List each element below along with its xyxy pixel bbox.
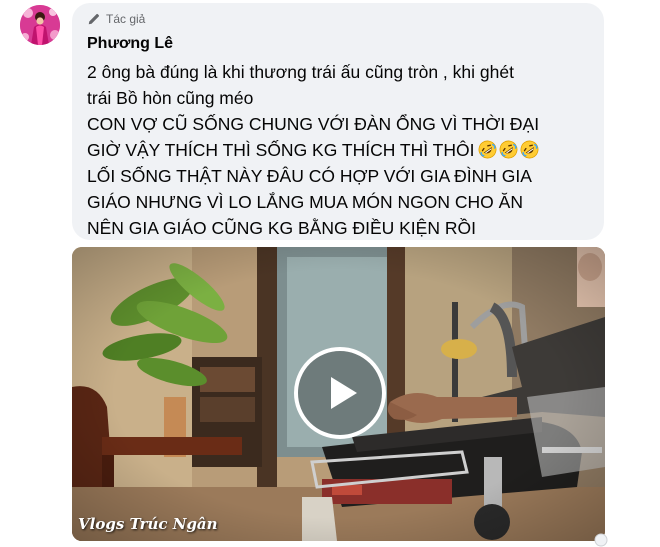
comment-thread: Tác giả Phương Lê 2 ông bà đúng là khi t… [0, 0, 660, 547]
rolling-on-floor-laughing-emoji-icon [521, 140, 539, 159]
play-icon [331, 377, 357, 409]
author-name[interactable]: Phương Lê [87, 35, 173, 53]
comment-line: 2 ông bà đúng là khi thương trái ấu cũng… [87, 62, 514, 82]
corner-badge-icon [594, 533, 608, 547]
avatar-image [20, 5, 60, 45]
author-badge: Tác giả [87, 12, 145, 26]
video-watermark: Vlogs Trúc Ngân [78, 515, 218, 533]
comment-line-with-emoji: GIỜ VẬY THÍCH THÌ SỐNG KG THÍCH THÌ THÔI [87, 137, 597, 163]
comment-line: NÊN GIA GIÁO CŨNG KG BẰNG ĐIỀU KIỆN RỒI [87, 218, 476, 238]
comment-line: trái Bồ hòn cũng méo [87, 88, 254, 108]
rolling-on-floor-laughing-emoji-icon [500, 140, 518, 159]
play-button[interactable] [294, 347, 386, 439]
video-thumbnail[interactable]: Vlogs Trúc Ngân [72, 247, 605, 541]
comment-bubble: Tác giả Phương Lê 2 ông bà đúng là khi t… [72, 3, 604, 240]
comment-line: GIÁO NHƯNG VÌ LO LẮNG MUA MÓN NGON CHO Ă… [87, 192, 523, 212]
emoji-row [478, 140, 539, 159]
comment-text: 2 ông bà đúng là khi thương trái ấu cũng… [87, 59, 597, 241]
rolling-on-floor-laughing-emoji-icon [479, 140, 497, 159]
comment-line: CON VỢ CŨ SỐNG CHUNG VỚI ĐÀN ỔNG VÌ THỜI… [87, 114, 540, 134]
avatar[interactable] [20, 5, 60, 45]
comment-line: GIỜ VẬY THÍCH THÌ SỐNG KG THÍCH THÌ THÔI [87, 140, 475, 160]
pencil-icon [87, 12, 101, 26]
comment-line: LỐI SỐNG THẬT NÀY ĐÂU CÓ HỢP VỚI GIA ĐÌN… [87, 166, 532, 186]
author-badge-label: Tác giả [106, 12, 146, 26]
